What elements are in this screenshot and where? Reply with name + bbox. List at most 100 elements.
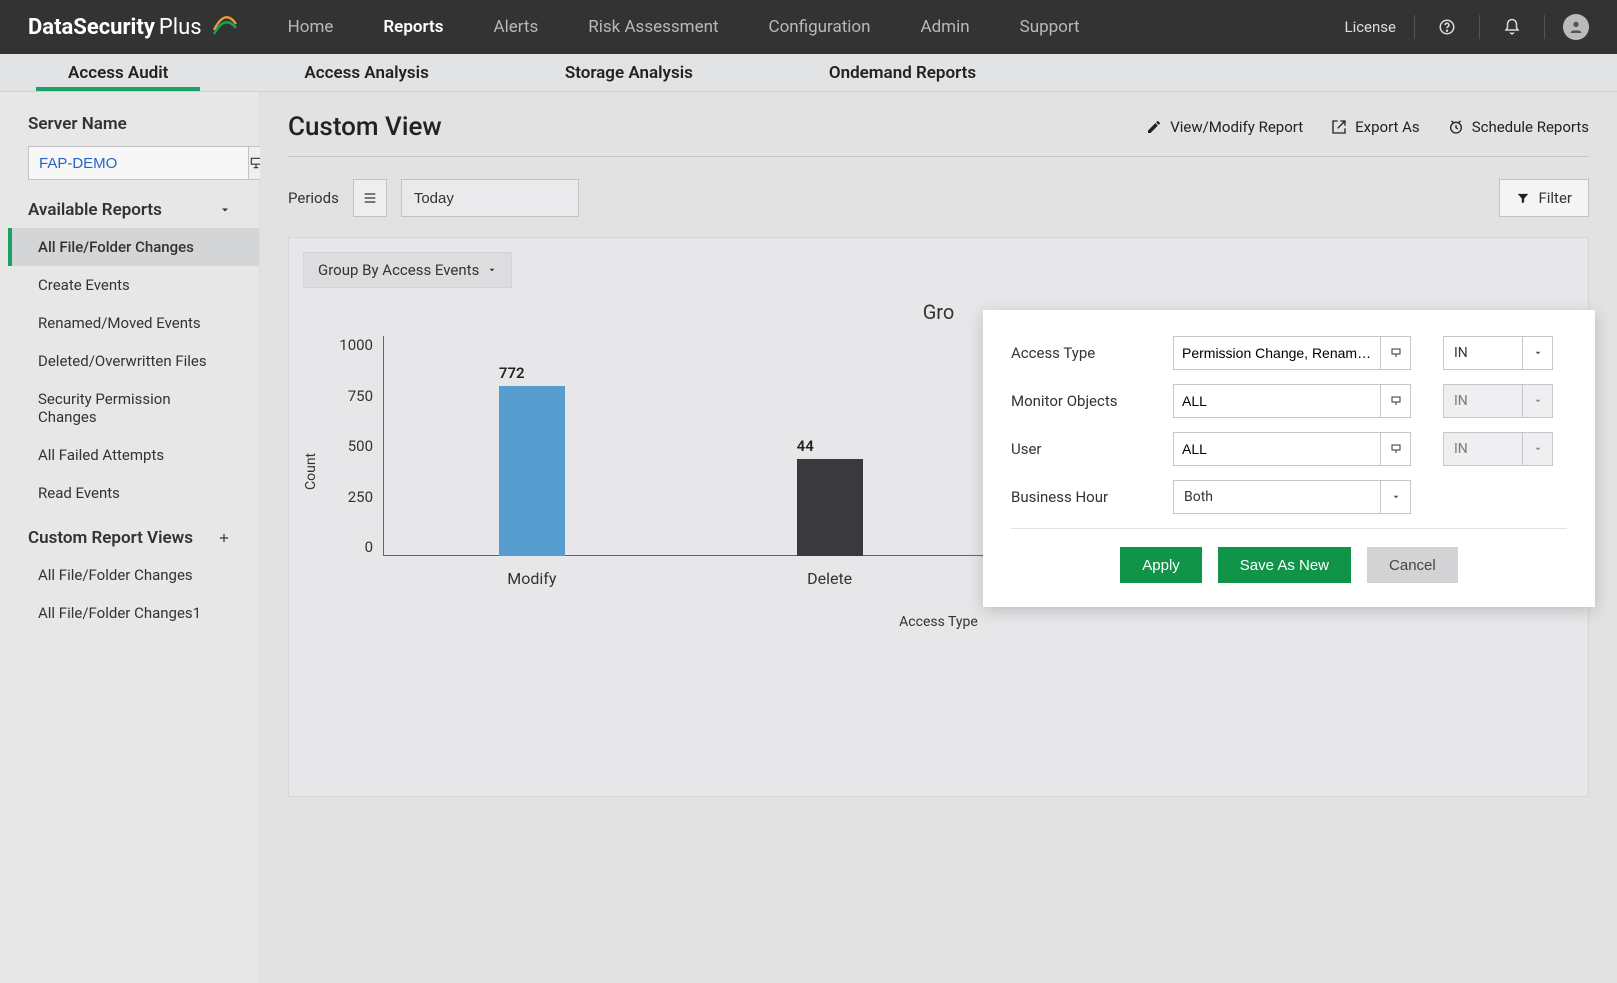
y-tick: 500 — [348, 437, 373, 455]
filter-button[interactable]: Filter — [1499, 179, 1589, 217]
save-as-new-button[interactable]: Save As New — [1218, 547, 1351, 583]
cancel-button[interactable]: Cancel — [1367, 547, 1458, 583]
filter-popup: Access Type IN Monitor Objects — [983, 310, 1595, 607]
filter-input-access-type[interactable] — [1173, 336, 1381, 370]
schedule-reports-button[interactable]: Schedule Reports — [1448, 118, 1589, 136]
filter-picker-monitor-objects-icon[interactable] — [1381, 384, 1411, 418]
brand-logo-icon — [210, 12, 240, 42]
y-axis-ticks: 1000 750 500 250 0 — [323, 336, 383, 556]
sidebar-item-deleted-overwritten-files[interactable]: Deleted/Overwritten Files — [8, 342, 259, 380]
subtab-ondemand-reports[interactable]: Ondemand Reports — [761, 54, 1044, 91]
export-icon — [1331, 119, 1347, 135]
filter-label-business-hour: Business Hour — [1011, 488, 1173, 506]
subtab-storage-analysis[interactable]: Storage Analysis — [497, 54, 761, 91]
divider — [1479, 15, 1480, 39]
filter-button-label: Filter — [1538, 189, 1572, 207]
subtab-access-audit[interactable]: Access Audit — [0, 54, 236, 91]
y-tick: 250 — [348, 488, 373, 506]
top-right-controls: License — [1344, 13, 1589, 41]
nav-home[interactable]: Home — [288, 17, 334, 37]
filter-op-user: IN — [1443, 432, 1523, 466]
filter-input-user[interactable] — [1173, 432, 1381, 466]
nav-admin[interactable]: Admin — [921, 17, 970, 37]
nav-support[interactable]: Support — [1020, 17, 1080, 37]
filter-op-monitor-objects-caret-icon — [1523, 384, 1553, 418]
bar[interactable] — [797, 459, 863, 556]
filter-divider — [1011, 528, 1567, 529]
user-avatar-icon[interactable] — [1563, 14, 1589, 40]
help-icon[interactable] — [1433, 13, 1461, 41]
caret-down-icon[interactable] — [219, 204, 231, 216]
custom-report-views-header: Custom Report Views — [28, 528, 193, 548]
nav-alerts[interactable]: Alerts — [494, 17, 539, 37]
filter-op-user-caret-icon — [1523, 432, 1553, 466]
available-reports-list: All File/Folder Changes Create Events Re… — [0, 228, 259, 512]
brand-part2: Plus — [159, 15, 202, 40]
chevron-down-icon — [487, 265, 497, 275]
main-nav: Home Reports Alerts Risk Assessment Conf… — [288, 17, 1080, 37]
sidebar-item-security-permission-changes[interactable]: Security Permission Changes — [8, 380, 259, 436]
export-as-label: Export As — [1355, 118, 1420, 136]
periods-input[interactable] — [401, 179, 579, 217]
subtab-access-analysis[interactable]: Access Analysis — [236, 54, 496, 91]
apply-button[interactable]: Apply — [1120, 547, 1202, 583]
brand-part1: DataSecurity — [28, 15, 155, 40]
add-custom-view-icon[interactable] — [217, 531, 231, 545]
divider — [1544, 15, 1545, 39]
y-tick: 1000 — [339, 336, 373, 354]
bar-col: 772 — [383, 336, 681, 556]
sidebar-item-read-events[interactable]: Read Events — [8, 474, 259, 512]
filter-input-monitor-objects[interactable] — [1173, 384, 1381, 418]
filter-label-monitor-objects: Monitor Objects — [1011, 392, 1173, 410]
server-name-label: Server Name — [0, 114, 259, 134]
pencil-icon — [1146, 119, 1162, 135]
filter-icon — [1516, 191, 1530, 205]
sidebar-item-custom-all-file-folder-changes1[interactable]: All File/Folder Changes1 — [8, 594, 259, 632]
group-by-dropdown[interactable]: Group By Access Events — [303, 252, 512, 288]
notifications-icon[interactable] — [1498, 13, 1526, 41]
nav-configuration[interactable]: Configuration — [769, 17, 871, 37]
filter-picker-user-icon[interactable] — [1381, 432, 1411, 466]
view-modify-report-button[interactable]: View/Modify Report — [1146, 118, 1303, 136]
schedule-reports-label: Schedule Reports — [1472, 118, 1589, 136]
x-axis-label: Modify — [383, 569, 681, 588]
filter-select-business-hour[interactable]: Both — [1173, 480, 1381, 514]
available-reports-header: Available Reports — [28, 200, 162, 220]
filter-select-business-hour-caret-icon[interactable] — [1381, 480, 1411, 514]
x-axis-title: Access Type — [303, 614, 1574, 630]
export-as-button[interactable]: Export As — [1331, 118, 1420, 136]
y-tick: 0 — [365, 538, 373, 556]
filter-op-access-type[interactable]: IN — [1443, 336, 1523, 370]
filter-picker-access-type-icon[interactable] — [1381, 336, 1411, 370]
custom-reports-list: All File/Folder Changes All File/Folder … — [0, 556, 259, 632]
sidebar-item-all-file-folder-changes[interactable]: All File/Folder Changes — [8, 228, 259, 266]
bar-value-label: 44 — [797, 437, 814, 455]
sidebar-item-create-events[interactable]: Create Events — [8, 266, 259, 304]
nav-risk-assessment[interactable]: Risk Assessment — [588, 17, 718, 37]
filter-label-access-type: Access Type — [1011, 344, 1173, 362]
filter-label-user: User — [1011, 440, 1173, 458]
sidebar: Server Name Available Reports All File/F… — [0, 92, 260, 983]
sub-tabs: Access Audit Access Analysis Storage Ana… — [0, 54, 1617, 92]
license-link[interactable]: License — [1344, 18, 1396, 36]
filter-op-access-type-caret-icon[interactable] — [1523, 336, 1553, 370]
page-title: Custom View — [288, 112, 442, 142]
nav-reports[interactable]: Reports — [383, 17, 443, 37]
bar[interactable] — [499, 386, 565, 556]
group-by-label: Group By Access Events — [318, 261, 479, 279]
view-modify-report-label: View/Modify Report — [1170, 118, 1303, 136]
y-tick: 750 — [348, 387, 373, 405]
sidebar-item-all-failed-attempts[interactable]: All Failed Attempts — [8, 436, 259, 474]
periods-list-icon[interactable] — [353, 179, 387, 217]
x-axis-label: Delete — [681, 569, 979, 588]
server-name-input[interactable] — [28, 146, 249, 180]
periods-label: Periods — [288, 189, 339, 207]
sidebar-item-custom-all-file-folder-changes[interactable]: All File/Folder Changes — [8, 556, 259, 594]
bar-col: 44 — [681, 336, 979, 556]
filter-op-monitor-objects: IN — [1443, 384, 1523, 418]
bar-value-label: 772 — [499, 364, 525, 382]
top-navbar: DataSecurity Plus Home Reports Alerts Ri… — [0, 0, 1617, 54]
content-area: Custom View View/Modify Report Export As — [260, 92, 1617, 983]
periods-control: Periods — [288, 179, 579, 217]
sidebar-item-renamed-moved-events[interactable]: Renamed/Moved Events — [8, 304, 259, 342]
